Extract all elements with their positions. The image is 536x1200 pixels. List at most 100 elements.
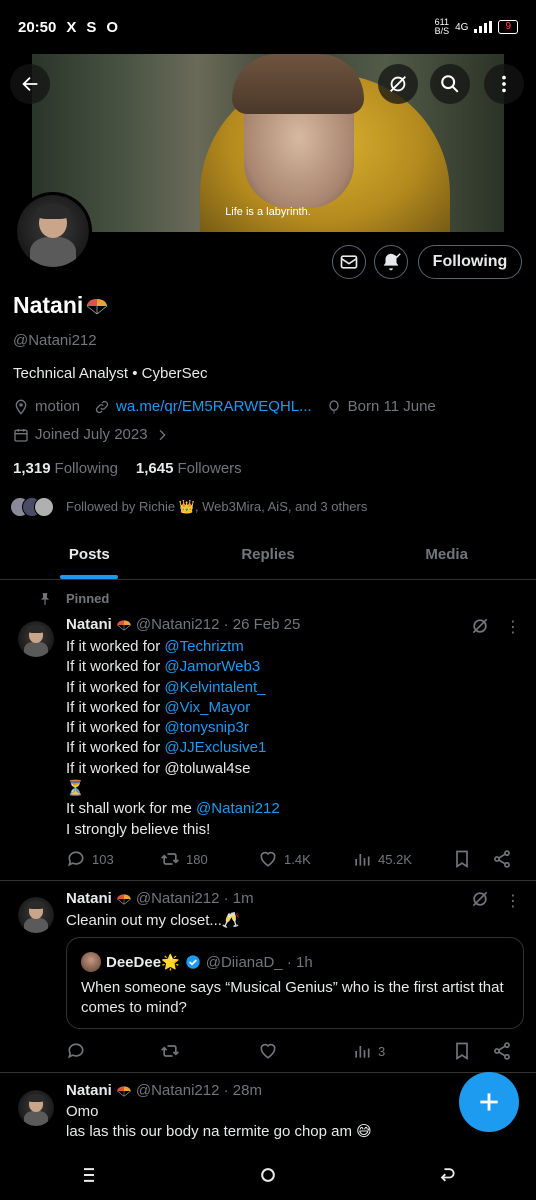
home-icon[interactable] <box>258 1165 278 1185</box>
mention-link[interactable]: @Techriztm <box>164 638 243 655</box>
mention-link[interactable]: @Vix_Mayor <box>164 699 250 716</box>
heart-icon <box>260 1043 276 1059</box>
tab-replies[interactable]: Replies <box>179 530 358 579</box>
mention-link[interactable]: @tonysnip3r <box>164 719 248 736</box>
s-app-icon: S <box>86 18 97 36</box>
more-vertical-icon <box>502 75 506 93</box>
profile-link[interactable]: wa.me/qr/EM5RARWEQHL... <box>116 398 312 415</box>
views-icon <box>355 854 370 866</box>
tab-media[interactable]: Media <box>357 530 536 579</box>
following-count-link[interactable]: 1,319 Following <box>13 460 118 477</box>
tweet[interactable]: Natani @Natani212 · 1m ⋮ Cleanin out my … <box>0 881 536 1073</box>
views-button[interactable]: 3 <box>352 1041 452 1061</box>
following-count: 1,319 <box>13 460 51 477</box>
quote-text: When someone says “Musical Genius” who i… <box>81 979 504 1016</box>
following-button[interactable]: Following <box>418 245 522 279</box>
profile-tabs: Posts Replies Media <box>0 530 536 580</box>
tweet-text: If it worked for @Techriztm If it worked… <box>66 637 280 840</box>
grok-icon[interactable] <box>470 616 490 636</box>
more-options-button[interactable] <box>484 64 524 104</box>
tweet-header: Natani @Natani212 · 1m <box>66 890 254 907</box>
tweet-handle-time: @Natani212 · 28m <box>135 1082 262 1099</box>
views-icon <box>355 1046 370 1058</box>
like-button[interactable]: 1.4K <box>258 849 352 869</box>
compose-button[interactable] <box>459 1072 519 1132</box>
profile-name: Natani <box>13 292 84 318</box>
recent-apps-icon[interactable] <box>79 1165 99 1185</box>
profile-meta-row: motion wa.me/qr/EM5RARWEQHL... Born 11 J… <box>13 398 436 415</box>
mention-link[interactable]: @JamorWeb3 <box>164 658 260 675</box>
followers-label: Followers <box>177 460 242 477</box>
status-bar: 20:50 X S O 611 B/S 4G 9 <box>0 0 536 54</box>
profile-joined-row[interactable]: Joined July 2023 <box>13 426 170 443</box>
following-label: Following <box>54 460 118 477</box>
tweet-line: It shall work for me @Natani212 <box>66 800 280 818</box>
system-nav-bar <box>0 1150 536 1200</box>
profile-name-row: Natani <box>13 292 109 319</box>
bookmark-icon <box>456 850 468 869</box>
share-icon <box>494 1042 510 1060</box>
parachute-emoji-icon <box>117 893 131 905</box>
parachute-emoji-icon <box>117 1085 131 1097</box>
retweet-button[interactable]: 180 <box>160 849 258 869</box>
search-button[interactable] <box>430 64 470 104</box>
views-button[interactable]: 45.2K <box>352 849 452 869</box>
tweet-more-icon[interactable]: ⋮ <box>505 617 521 637</box>
tweet-avatar[interactable] <box>18 621 54 657</box>
tab-posts[interactable]: Posts <box>0 530 179 579</box>
profile-avatar[interactable] <box>14 192 92 270</box>
chevron-right-icon <box>159 429 166 440</box>
tweet-line: If it worked for @JamorWeb3 <box>66 658 261 676</box>
network-type: 4G <box>455 21 469 33</box>
back-arrow-icon <box>22 76 38 92</box>
parachute-emoji-icon <box>117 619 131 631</box>
tweet-avatar[interactable] <box>18 1090 54 1126</box>
tweet-more-icon[interactable]: ⋮ <box>505 891 521 911</box>
tweet-author-name[interactable]: Natani <box>66 1082 112 1099</box>
mention-link[interactable]: @Natani212 <box>196 800 280 817</box>
bookmark-button[interactable] <box>452 849 492 869</box>
retweet-icon <box>161 1045 179 1057</box>
bookmark-button[interactable] <box>452 1041 492 1061</box>
tweet[interactable]: Natani @Natani212 · 28m Omo las las this… <box>0 1074 536 1150</box>
back-icon[interactable] <box>437 1165 457 1185</box>
notifications-button[interactable] <box>374 245 408 279</box>
reply-icon <box>68 851 84 867</box>
tweet-pinned[interactable]: Pinned Natani @Natani212 · 26 Feb 25 ⋮ I… <box>0 581 536 881</box>
reply-button[interactable] <box>66 1041 160 1061</box>
followed-by-row[interactable]: Followed by Richie 👑, Web3Mira, AiS, and… <box>10 497 367 517</box>
share-button[interactable] <box>492 849 512 869</box>
mention-link[interactable]: @Kelvintalent_ <box>164 679 265 696</box>
share-button[interactable] <box>492 1041 512 1061</box>
mention-link[interactable]: @JJExclusive1 <box>164 739 266 756</box>
tweet-line: Omo <box>66 1103 99 1120</box>
grok-icon[interactable] <box>470 889 490 909</box>
net-speed: 611 B/S <box>434 17 450 36</box>
o-app-icon: O <box>106 18 119 36</box>
pinned-label: Pinned <box>66 591 110 606</box>
reply-button[interactable]: 103 <box>66 849 160 869</box>
tweet-author-name[interactable]: Natani <box>66 616 112 633</box>
grok-button[interactable] <box>378 64 418 104</box>
profile-joined: Joined July 2023 <box>35 426 148 443</box>
search-icon <box>441 75 459 93</box>
tweet-avatar[interactable] <box>18 897 54 933</box>
back-button[interactable] <box>10 64 50 104</box>
mutual-avatars <box>10 497 54 517</box>
reply-icon <box>68 1043 84 1059</box>
tweet-author-name[interactable]: Natani <box>66 890 112 907</box>
parachute-emoji-icon <box>87 298 108 314</box>
retweet-count: 180 <box>186 851 208 867</box>
followers-count-link[interactable]: 1,645 Followers <box>136 460 242 477</box>
message-button[interactable] <box>332 245 366 279</box>
tweet-line: If it worked for @toluwal4se <box>66 759 251 777</box>
retweet-button[interactable] <box>160 1041 258 1061</box>
like-button[interactable] <box>258 1041 352 1061</box>
banner-caption: Life is a labyrinth. <box>225 206 311 218</box>
tweet-line: If it worked for @tonysnip3r <box>66 719 249 737</box>
plus-icon <box>480 1093 498 1111</box>
quoted-tweet[interactable]: DeeDee🌟 @DiianaD_ · 1h When someone says… <box>66 937 524 1029</box>
tweet-line: ⏳ <box>66 780 85 798</box>
quote-author-name: DeeDee🌟 <box>106 954 180 971</box>
view-count: 3 <box>378 1043 386 1059</box>
